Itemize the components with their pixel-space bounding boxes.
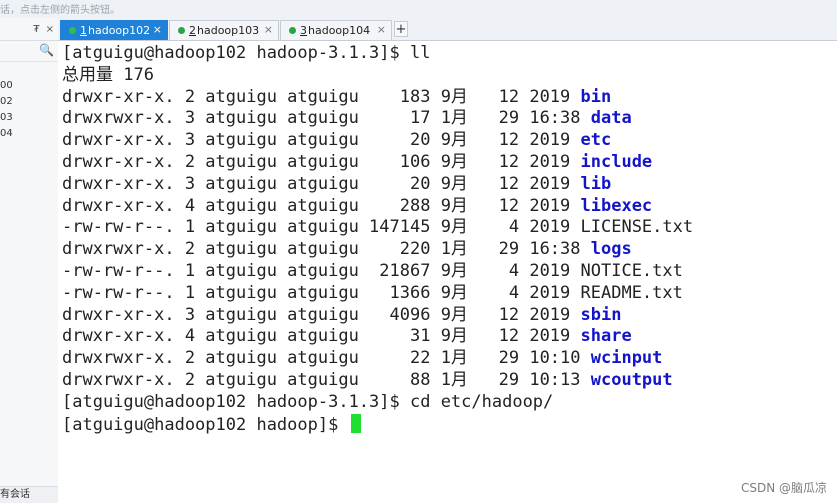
- line-text: -rw-rw-r--. 1 atguigu atguigu 147145 9月 …: [62, 217, 581, 238]
- tab-label: hadoop103: [197, 24, 260, 37]
- sessions-footer[interactable]: 有会话: [0, 486, 58, 503]
- directory-name: libexec: [580, 195, 653, 216]
- connected-status-icon: [178, 27, 185, 34]
- terminal-line: drwxr-xr-x. 4 atguigu atguigu 288 9月 12 …: [62, 196, 693, 218]
- line-text: drwxr-xr-x. 2 atguigu atguigu 106 9月 12 …: [62, 151, 581, 172]
- directory-name: etc: [580, 130, 612, 151]
- session-list: 00 02 03 04: [0, 62, 58, 142]
- directory-name: lib: [580, 173, 612, 194]
- tab-close-icon[interactable]: ×: [153, 23, 162, 36]
- search-icon[interactable]: 🔍: [39, 43, 54, 57]
- watermark: CSDN @脑瓜凉: [740, 481, 827, 495]
- shell-prompt: [atguigu@hadoop102 hadoop]$: [62, 414, 349, 435]
- session-item[interactable]: 02: [0, 94, 58, 110]
- line-text: drwxrwxr-x. 2 atguigu atguigu 88 1月 29 1…: [62, 369, 591, 390]
- terminal-line: drwxrwxr-x. 2 atguigu atguigu 220 1月 29 …: [62, 239, 693, 261]
- connected-status-icon: [289, 27, 296, 34]
- file-name: NOTICE.txt: [580, 260, 683, 281]
- line-text: drwxrwxr-x. 2 atguigu atguigu 220 1月 29 …: [62, 239, 591, 260]
- line-text: drwxr-xr-x. 4 atguigu atguigu 31 9月 12 2…: [62, 326, 581, 347]
- terminal-line: drwxr-xr-x. 4 atguigu atguigu 31 9月 12 2…: [62, 326, 693, 348]
- terminal-line: drwxr-xr-x. 3 atguigu atguigu 20 9月 12 2…: [62, 174, 693, 196]
- close-icon[interactable]: ×: [46, 24, 54, 35]
- line-text: [atguigu@hadoop102 hadoop-3.1.3]$ cd etc…: [62, 391, 554, 412]
- pin-icon[interactable]: ₮: [33, 24, 39, 35]
- session-item[interactable]: 04: [0, 126, 58, 142]
- tab-label: hadoop102: [88, 24, 151, 37]
- terminal-line: [atguigu@hadoop102 hadoop-3.1.3]$ cd etc…: [62, 392, 693, 414]
- file-name: README.txt: [580, 282, 683, 303]
- tab-bar: 1 hadoop102 × 2 hadoop103 × 3 hadoop104 …: [58, 18, 837, 41]
- line-text: -rw-rw-r--. 1 atguigu atguigu 21867 9月 4…: [62, 260, 581, 281]
- line-text: 总用量 176: [62, 64, 154, 85]
- terminal-line: -rw-rw-r--. 1 atguigu atguigu 1366 9月 4 …: [62, 283, 693, 305]
- line-text: -rw-rw-r--. 1 atguigu atguigu 1366 9月 4 …: [62, 282, 581, 303]
- hint-text: 话，点击左侧的箭头按钮。: [0, 5, 120, 16]
- session-item[interactable]: 03: [0, 110, 58, 126]
- top-hint-bar: 话，点击左侧的箭头按钮。: [0, 0, 837, 18]
- terminal-line: -rw-rw-r--. 1 atguigu atguigu 21867 9月 4…: [62, 261, 693, 283]
- directory-name: wcoutput: [590, 369, 673, 390]
- tab-label: hadoop104: [308, 24, 371, 37]
- terminal-line: drwxr-xr-x. 2 atguigu atguigu 106 9月 12 …: [62, 152, 693, 174]
- terminal-line: drwxrwxr-x. 2 atguigu atguigu 22 1月 29 1…: [62, 348, 693, 370]
- file-name: LICENSE.txt: [580, 217, 694, 238]
- directory-name: data: [590, 108, 632, 129]
- session-item[interactable]: 00: [0, 78, 58, 94]
- terminal-output: [atguigu@hadoop102 hadoop-3.1.3]$ ll 总用量 …: [62, 43, 693, 435]
- directory-name: wcinput: [590, 348, 663, 369]
- terminal-line: drwxrwxr-x. 2 atguigu atguigu 88 1月 29 1…: [62, 370, 693, 392]
- line-text: drwxr-xr-x. 3 atguigu atguigu 20 9月 12 2…: [62, 130, 581, 151]
- directory-name: logs: [590, 239, 632, 260]
- line-text: [atguigu@hadoop102 hadoop-3.1.3]$ ll: [62, 43, 431, 63]
- directory-name: bin: [580, 86, 612, 107]
- tab-number: 3: [300, 24, 307, 37]
- prompt-line: [atguigu@hadoop102 hadoop]$: [62, 413, 693, 436]
- terminal-line: drwxr-xr-x. 3 atguigu atguigu 20 9月 12 2…: [62, 130, 693, 152]
- line-text: drwxrwxr-x. 3 atguigu atguigu 17 1月 29 1…: [62, 108, 591, 129]
- line-text: drwxrwxr-x. 2 atguigu atguigu 22 1月 29 1…: [62, 348, 591, 369]
- sidebar-header: ₮ ×: [0, 18, 58, 41]
- tab-number: 2: [189, 24, 196, 37]
- connected-status-icon: [69, 27, 76, 34]
- directory-name: share: [580, 326, 632, 347]
- line-text: drwxr-xr-x. 4 atguigu atguigu 288 9月 12 …: [62, 195, 581, 216]
- session-search-input[interactable]: 🔍: [0, 41, 58, 62]
- line-text: drwxr-xr-x. 2 atguigu atguigu 183 9月 12 …: [62, 86, 581, 107]
- terminal-line: drwxr-xr-x. 2 atguigu atguigu 183 9月 12 …: [62, 87, 693, 109]
- session-sidebar: ₮ × 🔍 00 02 03 04 有会话: [0, 18, 59, 503]
- add-tab-button[interactable]: +: [394, 21, 408, 37]
- terminal-line: [atguigu@hadoop102 hadoop-3.1.3]$ ll: [62, 43, 693, 65]
- directory-name: include: [580, 151, 653, 172]
- terminal-line: -rw-rw-r--. 1 atguigu atguigu 147145 9月 …: [62, 217, 693, 239]
- terminal-line: drwxr-xr-x. 3 atguigu atguigu 4096 9月 12…: [62, 305, 693, 327]
- directory-name: sbin: [580, 304, 622, 325]
- tab-hadoop103[interactable]: 2 hadoop103 ×: [169, 20, 279, 40]
- line-text: drwxr-xr-x. 3 atguigu atguigu 20 9月 12 2…: [62, 173, 581, 194]
- terminal-line: drwxrwxr-x. 3 atguigu atguigu 17 1月 29 1…: [62, 108, 693, 130]
- line-text: drwxr-xr-x. 3 atguigu atguigu 4096 9月 12…: [62, 304, 581, 325]
- tab-close-icon[interactable]: ×: [264, 23, 273, 36]
- tab-number: 1: [80, 24, 87, 37]
- terminal-area[interactable]: [atguigu@hadoop102 hadoop-3.1.3]$ ll 总用量 …: [58, 41, 837, 503]
- terminal-cursor: [350, 413, 361, 433]
- tab-hadoop102[interactable]: 1 hadoop102 ×: [60, 20, 168, 40]
- tab-close-icon[interactable]: ×: [377, 23, 386, 36]
- terminal-line: 总用量 176: [62, 65, 693, 87]
- tab-hadoop104[interactable]: 3 hadoop104 ×: [280, 20, 392, 40]
